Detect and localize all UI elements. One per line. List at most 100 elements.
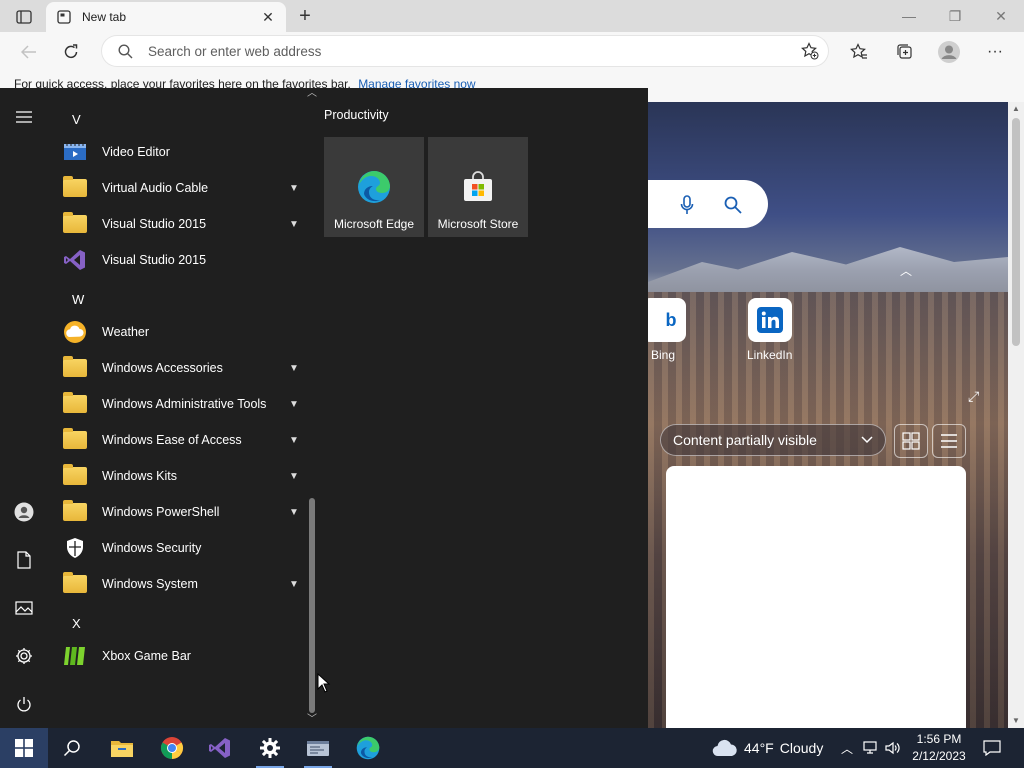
chevron-down-icon[interactable]: ▼: [284, 394, 304, 414]
app-list-scroll-thumb[interactable]: [309, 498, 315, 713]
app-xbox-game-bar[interactable]: Xbox Game Bar: [56, 639, 306, 673]
chevron-down-icon[interactable]: ▼: [284, 502, 304, 522]
app-window-icon: [307, 741, 329, 756]
search-submit-icon[interactable]: [722, 194, 744, 216]
scroll-up-arrow-icon[interactable]: ▲: [1011, 104, 1021, 114]
app-visual-studio-2015[interactable]: Visual Studio 2015: [56, 243, 306, 277]
xbox-game-bar-icon: [62, 643, 88, 669]
tile-group-title[interactable]: Productivity: [324, 108, 389, 122]
pictures-button[interactable]: [8, 592, 40, 624]
tab-new-tab[interactable]: New tab ✕: [46, 2, 286, 32]
documents-button[interactable]: [8, 544, 40, 576]
folder-windows-kits[interactable]: Windows Kits ▼: [56, 459, 306, 493]
minimize-button[interactable]: —: [886, 0, 932, 32]
close-tab-icon[interactable]: ✕: [260, 9, 276, 25]
expand-menu-button[interactable]: [8, 101, 40, 133]
all-apps-list: V Video Editor Virtual Audio Cable ▼ Vis…: [48, 88, 306, 728]
user-account-button[interactable]: [8, 496, 40, 528]
show-hidden-icons-button[interactable]: ︿: [836, 728, 858, 768]
taskbar-app-window[interactable]: [294, 728, 342, 768]
folder-windows-system[interactable]: Windows System ▼: [56, 567, 306, 601]
app-list-scrollbar[interactable]: ︿ ﹀: [306, 88, 318, 728]
chevron-down-icon[interactable]: ▼: [284, 214, 304, 234]
taskbar-search-button[interactable]: [48, 728, 96, 768]
tab-actions-button[interactable]: [8, 6, 40, 28]
network-button[interactable]: [860, 728, 882, 768]
restore-button[interactable]: ❐: [932, 0, 978, 32]
letter-header-x[interactable]: X: [72, 616, 81, 631]
folder-icon: [62, 355, 88, 381]
address-placeholder: Search or enter web address: [148, 43, 322, 59]
folder-icon: [62, 571, 88, 597]
app-label: Windows Accessories: [102, 361, 223, 375]
taskbar-edge[interactable]: [344, 728, 392, 768]
refresh-button[interactable]: [58, 39, 84, 65]
back-button[interactable]: [16, 39, 42, 65]
app-video-editor[interactable]: Video Editor: [56, 135, 306, 169]
scroll-down-arrow-icon[interactable]: ▼: [1011, 716, 1021, 726]
list-layout-button[interactable]: [932, 424, 966, 458]
bing-quick-link[interactable]: b: [642, 298, 686, 342]
new-tab-favicon-icon: [56, 9, 72, 25]
page-scrollbar[interactable]: ▲ ▼: [1008, 102, 1024, 728]
action-center-button[interactable]: [980, 728, 1004, 768]
chevron-down-icon[interactable]: ▼: [284, 574, 304, 594]
scroll-down-arrow-icon[interactable]: ﹀: [306, 714, 318, 726]
weather-widget[interactable]: 44°F Cloudy: [712, 728, 823, 768]
microphone-icon[interactable]: [676, 194, 698, 216]
edge-icon: [356, 169, 392, 205]
collapse-chevron-icon[interactable]: ︿: [900, 262, 918, 278]
news-feed-card[interactable]: [666, 466, 966, 728]
folder-windows-administrative-tools[interactable]: Windows Administrative Tools ▼: [56, 387, 306, 421]
grid-layout-button[interactable]: [894, 424, 928, 458]
visual-studio-icon: [209, 738, 230, 758]
letter-header-w[interactable]: W: [72, 292, 84, 307]
refresh-icon: [64, 44, 78, 59]
folder-virtual-audio-cable[interactable]: Virtual Audio Cable ▼: [56, 171, 306, 205]
chevron-down-icon[interactable]: ▼: [284, 430, 304, 450]
taskbar-chrome[interactable]: [148, 728, 196, 768]
app-label: Visual Studio 2015: [102, 217, 207, 231]
settings-more-button[interactable]: ···: [982, 39, 1008, 65]
tile-microsoft-store[interactable]: Microsoft Store: [428, 137, 528, 237]
linkedin-quick-link[interactable]: [748, 298, 792, 342]
taskbar-file-explorer[interactable]: [98, 728, 146, 768]
expand-icon[interactable]: ⤢: [968, 388, 986, 406]
start-button[interactable]: [0, 728, 48, 768]
add-favorite-icon[interactable]: [800, 41, 820, 61]
collections-button[interactable]: [891, 39, 917, 65]
new-tab-button[interactable]: +: [294, 5, 316, 27]
folder-windows-accessories[interactable]: Windows Accessories ▼: [56, 351, 306, 385]
clock[interactable]: 1:56 PM 2/12/2023: [905, 731, 973, 765]
bing-icon: b: [665, 309, 677, 330]
power-button[interactable]: [8, 688, 40, 720]
address-bar[interactable]: Search or enter web address: [102, 36, 828, 66]
chevron-down-icon[interactable]: ▼: [284, 466, 304, 486]
close-window-button[interactable]: ✕: [978, 0, 1024, 32]
folder-icon: [62, 427, 88, 453]
volume-button[interactable]: [882, 728, 904, 768]
folder-visual-studio-2015[interactable]: Visual Studio 2015 ▼: [56, 207, 306, 241]
page-scroll-thumb[interactable]: [1012, 118, 1020, 346]
folder-windows-ease-of-access[interactable]: Windows Ease of Access ▼: [56, 423, 306, 457]
taskbar-settings[interactable]: [246, 728, 294, 768]
profile-avatar-icon: [938, 41, 960, 63]
favorites-button[interactable]: [846, 39, 872, 65]
app-windows-security[interactable]: Windows Security: [56, 531, 306, 565]
settings-button[interactable]: [8, 640, 40, 672]
search-icon: [63, 740, 80, 757]
content-visibility-dropdown[interactable]: Content partially visible: [660, 424, 886, 456]
app-weather[interactable]: Weather: [56, 315, 306, 349]
letter-header-v[interactable]: V: [72, 112, 81, 127]
chevron-down-icon[interactable]: ▼: [284, 178, 304, 198]
scroll-up-arrow-icon[interactable]: ︿: [306, 88, 318, 100]
tile-microsoft-edge[interactable]: Microsoft Edge: [324, 137, 424, 237]
profile-button[interactable]: [936, 39, 962, 65]
chevron-down-icon[interactable]: ▼: [284, 358, 304, 378]
folder-windows-powershell[interactable]: Windows PowerShell ▼: [56, 495, 306, 529]
start-menu: V Video Editor Virtual Audio Cable ▼ Vis…: [0, 88, 648, 728]
app-label: Windows Ease of Access: [102, 433, 242, 447]
speaker-icon: [885, 741, 900, 755]
chevron-down-icon: [861, 436, 873, 444]
taskbar-visual-studio[interactable]: [196, 728, 244, 768]
